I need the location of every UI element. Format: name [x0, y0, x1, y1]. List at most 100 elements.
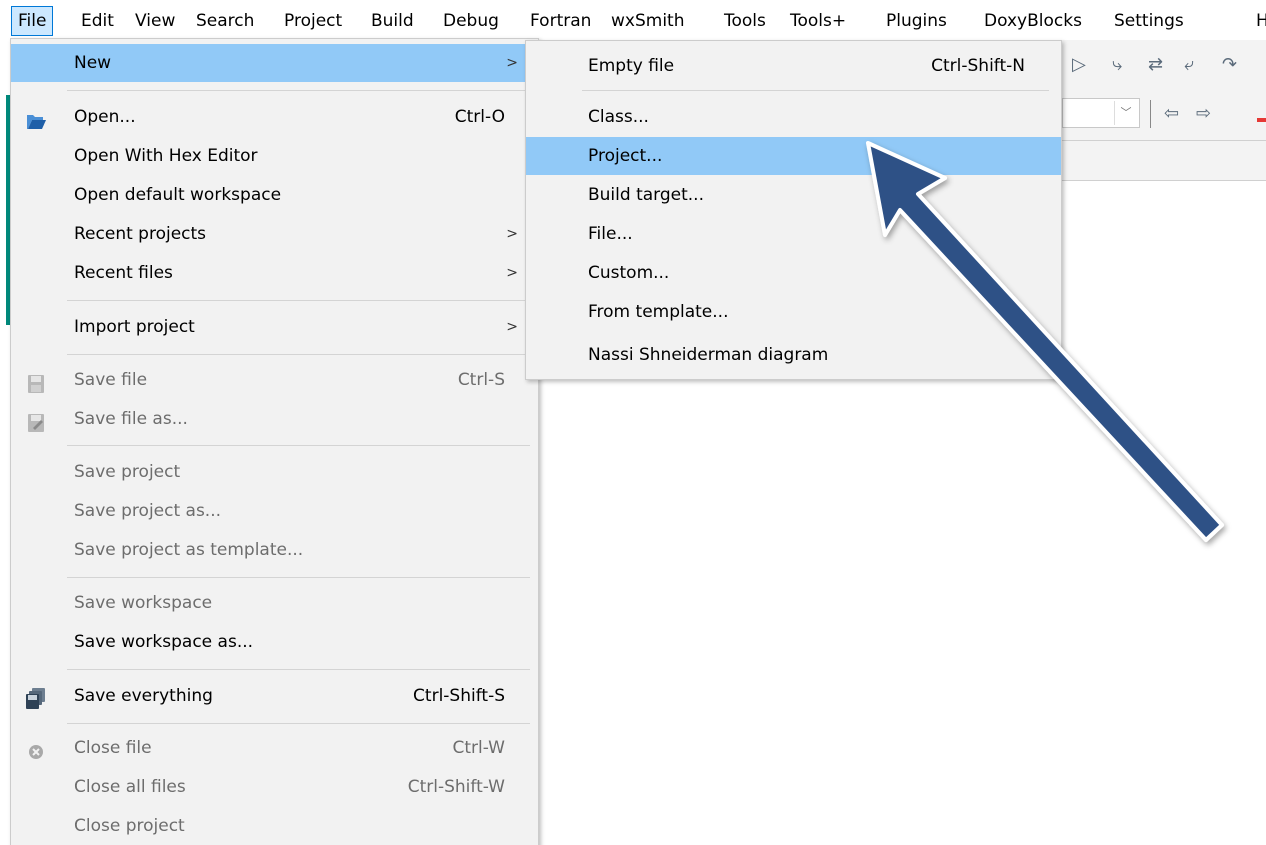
menu-item-label: Close file — [74, 738, 152, 758]
menu-item-label: Save workspace as... — [74, 632, 254, 652]
menu-doxyblocks[interactable]: DoxyBlocks — [978, 6, 1088, 36]
screen: ▷ ⤷ ⇄ ⤶ ↷ ﹀ ⇦ ⇨ File Edit View Search Pr… — [0, 0, 1266, 845]
menu-item-label: Open... — [74, 107, 136, 127]
menu-tools[interactable]: Tools — [718, 6, 772, 36]
menu-item-label: Build target... — [588, 185, 704, 205]
menu-item-label: Close project — [74, 816, 185, 836]
menu-item-label: Open With Hex Editor — [74, 146, 258, 166]
submenu-arrow-icon: > — [506, 265, 518, 281]
menu-settings[interactable]: Settings — [1108, 6, 1190, 36]
menu-item-shortcut: Ctrl-Shift-S — [413, 686, 505, 706]
forward-icon[interactable]: ⇨ — [1196, 104, 1211, 124]
menu-item-close-all-files[interactable]: Close all files Ctrl-Shift-W — [11, 768, 538, 806]
save-file-as-icon — [25, 409, 47, 432]
menu-item-label: Save project as... — [74, 501, 222, 521]
menu-view[interactable]: View — [129, 6, 181, 36]
menu-item-label: Save everything — [74, 686, 213, 706]
step-into-icon[interactable]: ⤷ — [1112, 55, 1122, 75]
menu-item-save-project-as[interactable]: Save project as... — [11, 492, 538, 530]
menu-edit[interactable]: Edit — [75, 6, 120, 36]
menu-file[interactable]: File — [11, 6, 54, 36]
menu-item-open-default-workspace[interactable]: Open default workspace — [11, 176, 538, 214]
menu-item-shortcut: Ctrl-W — [452, 738, 505, 758]
menu-separator — [67, 723, 530, 724]
menu-fortran[interactable]: Fortran — [524, 6, 597, 36]
save-everything-icon — [25, 686, 47, 709]
next-instruction-icon[interactable]: ↷ — [1222, 55, 1237, 75]
menu-item-file[interactable]: File... — [526, 215, 1061, 253]
menu-item-save-workspace-as[interactable]: Save workspace as... — [11, 623, 538, 661]
new-submenu: Empty file Ctrl-Shift-N Class... Project… — [525, 40, 1062, 380]
menu-item-class[interactable]: Class... — [526, 98, 1061, 136]
menu-search[interactable]: Search — [190, 6, 260, 36]
menu-item-save-workspace[interactable]: Save workspace — [11, 584, 538, 622]
menu-item-shortcut: Ctrl-O — [454, 107, 505, 127]
menu-item-label: New — [74, 53, 112, 73]
close-file-icon — [25, 738, 47, 759]
folder-open-icon — [25, 107, 47, 129]
menu-item-shortcut: Ctrl-Shift-N — [931, 56, 1025, 76]
menu-item-label: Project... — [588, 146, 663, 166]
menu-debug[interactable]: Debug — [437, 6, 505, 36]
menu-item-close-file[interactable]: Close file Ctrl-W — [11, 729, 538, 767]
menu-item-open-with-hex-editor[interactable]: Open With Hex Editor — [11, 137, 538, 175]
menu-item-save-project-as-template[interactable]: Save project as template... — [11, 531, 538, 569]
menu-item-recent-projects[interactable]: Recent projects > — [11, 215, 538, 253]
menu-item-label: Recent files — [74, 263, 173, 283]
file-menu: New > Open... Ctrl-O Open With Hex Edito… — [10, 38, 539, 845]
menu-separator — [67, 90, 530, 91]
menu-item-label: Empty file — [588, 56, 675, 76]
back-icon[interactable]: ⇦ — [1164, 104, 1179, 124]
menu-item-label: From template... — [588, 302, 729, 322]
chevron-down-icon[interactable]: ﹀ — [1114, 101, 1137, 125]
menu-item-from-template[interactable]: From template... — [526, 293, 1061, 331]
menu-item-label: Recent projects — [74, 224, 207, 244]
menu-item-label: Save project — [74, 462, 181, 482]
menu-item-label: Save file as... — [74, 409, 188, 429]
menu-plugins[interactable]: Plugins — [880, 6, 953, 36]
menu-wxsmith[interactable]: wxSmith — [605, 6, 690, 36]
menu-project[interactable]: Project — [278, 6, 348, 36]
toolbar-divider — [1062, 140, 1266, 141]
menu-item-new[interactable]: New > — [11, 44, 538, 82]
save-file-icon — [25, 370, 47, 393]
step-over-icon[interactable]: ⇄ — [1148, 55, 1163, 75]
menu-item-build-target[interactable]: Build target... — [526, 176, 1061, 214]
menu-separator — [67, 669, 530, 670]
menu-item-project[interactable]: Project... — [526, 137, 1061, 175]
menu-separator — [67, 577, 530, 578]
menu-item-shortcut: Ctrl-Shift-W — [407, 777, 505, 797]
menu-item-label: Save project as template... — [74, 540, 304, 560]
stop-icon[interactable] — [1257, 118, 1266, 122]
menu-item-label: Class... — [588, 107, 649, 127]
toolbar-divider — [1062, 180, 1266, 181]
menu-item-custom[interactable]: Custom... — [526, 254, 1061, 292]
menu-item-close-project[interactable]: Close project — [11, 807, 538, 845]
menu-item-label: Save file — [74, 370, 148, 390]
menu-item-save-project[interactable]: Save project — [11, 453, 538, 491]
menu-help[interactable]: H — [1250, 6, 1266, 36]
menu-item-empty-file[interactable]: Empty file Ctrl-Shift-N — [526, 47, 1061, 85]
menu-item-label: Save workspace — [74, 593, 213, 613]
menu-item-open[interactable]: Open... Ctrl-O — [11, 98, 538, 136]
menu-separator — [67, 445, 530, 446]
menu-build[interactable]: Build — [365, 6, 420, 36]
menu-item-import-project[interactable]: Import project > — [11, 308, 538, 346]
menu-item-label: Custom... — [588, 263, 670, 283]
menu-tools-plus[interactable]: Tools+ — [784, 6, 852, 36]
submenu-arrow-icon: > — [506, 319, 518, 335]
menu-item-label: Nassi Shneiderman diagram — [588, 345, 829, 365]
menu-item-save-file-as[interactable]: Save file as... — [11, 400, 538, 438]
menu-item-save-file[interactable]: Save file Ctrl-S — [11, 361, 538, 399]
step-out-icon[interactable]: ⤶ — [1184, 55, 1194, 75]
menu-item-nassi-shneiderman-diagram[interactable]: Nassi Shneiderman diagram — [526, 336, 1061, 374]
menu-item-recent-files[interactable]: Recent files > — [11, 254, 538, 292]
run-icon[interactable]: ▷ — [1072, 55, 1086, 75]
menu-item-save-everything[interactable]: Save everything Ctrl-Shift-S — [11, 677, 538, 715]
menu-item-label: Import project — [74, 317, 195, 337]
toolbar-divider — [1150, 100, 1151, 128]
menu-item-label: File... — [588, 224, 633, 244]
menu-item-shortcut: Ctrl-S — [457, 370, 505, 390]
toolbar-combo[interactable]: ﹀ — [1062, 98, 1140, 128]
menu-separator — [67, 300, 530, 301]
